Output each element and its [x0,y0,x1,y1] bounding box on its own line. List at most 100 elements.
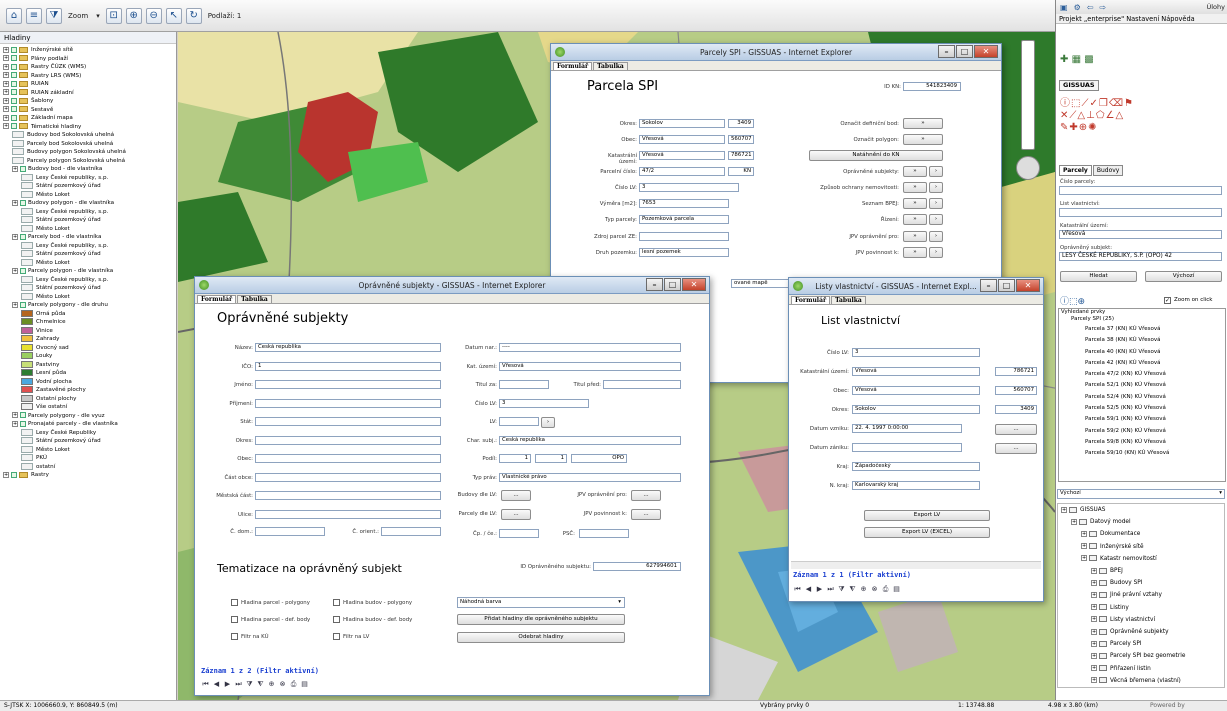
open-button[interactable]: ... [501,490,531,501]
filter-off-icon[interactable]: ⧨ [256,679,265,688]
minimize-button[interactable]: – [980,279,997,292]
sun-icon[interactable]: ✺ [1088,122,1097,133]
layer-checkbox[interactable] [11,89,17,95]
window-icon[interactable]: ▣ [1060,3,1068,12]
prev-record-icon[interactable]: ◀ [804,584,813,593]
layer-item[interactable]: Parcely bod Sokolovská uhelná [0,139,176,149]
prev-record-icon[interactable]: ◀ [212,679,221,688]
layer-item[interactable]: + Parcely polygon - dle vlastníka [0,267,176,276]
layer-checkbox[interactable] [20,412,26,418]
result-item[interactable]: Parcela 59/1 (KN) KÚ Vřesová [1059,414,1225,425]
open-button[interactable]: » [903,198,927,209]
perp-icon[interactable]: ⊥ [1086,110,1096,121]
check-icon[interactable]: ✓ [1089,98,1098,109]
field-input[interactable]: 1 [255,361,441,371]
expand-icon[interactable]: + [12,301,18,308]
zoom-out-icon[interactable]: ⊖ [145,7,162,24]
layer-item[interactable]: Lesy České republiky, s.p. [0,241,176,251]
tasks-label[interactable]: Úlohy [1206,3,1225,11]
field-input[interactable] [852,443,962,452]
layer-item[interactable]: + RUIAN základní [0,89,176,98]
open-button[interactable]: » [903,118,943,129]
theme-checkbox[interactable] [333,599,340,606]
expand-icon[interactable]: + [1081,530,1087,537]
layer-item[interactable]: Lesy České republiky, s.p. [0,275,176,285]
layer-item[interactable]: Státní pozemkový úřad [0,216,176,225]
open-button[interactable]: » [903,247,927,258]
tree-item[interactable]: + Datový model [1058,516,1224,528]
field-input[interactable]: 3 [852,348,980,357]
tree-item[interactable]: + Katastr nemovitostí [1058,553,1224,565]
result-item[interactable]: Parcela 40 (KN) KÚ Vřesová [1059,347,1225,358]
open-button[interactable]: » [903,214,927,225]
layer-item[interactable]: Ovocný sad [0,343,176,353]
open-arrow-button[interactable]: › [929,198,943,209]
tree-item[interactable]: + Oprávněné subjekty [1058,626,1224,638]
layer-item[interactable]: + Budovy polygon - dle vlastníka [0,199,176,208]
layer-item[interactable]: + Budovy bod - dle vlastníka [0,165,176,174]
expand-icon[interactable]: + [3,55,9,61]
zoom-in-icon[interactable]: ⊕ [125,7,142,24]
layer-item[interactable]: ostatní [0,462,176,472]
field-input[interactable]: ---- [499,343,681,352]
open-arrow-button[interactable]: › [929,182,943,193]
field-input[interactable] [255,380,441,389]
close-button[interactable]: ✕ [1016,279,1040,292]
theme-checkbox[interactable] [231,633,238,640]
layer-item[interactable]: Parcely polygon Sokolovská uhelná [0,156,176,166]
layer-item[interactable]: Vinice [0,326,176,336]
back-icon[interactable]: ⇦ [1087,3,1094,12]
export-lv-excel-button[interactable]: Export LV (EXCEL) [864,527,990,538]
layer-item[interactable]: Lesy České Republiky [0,428,176,438]
layer-checkbox[interactable] [20,233,26,240]
tree-item[interactable]: + Přiřazení listin [1058,663,1224,675]
open-arrow-button[interactable]: › [929,166,943,177]
field-input[interactable]: Vlastnické právo [499,472,681,482]
tree-item[interactable]: + Budovy SPI [1058,577,1224,589]
result-item[interactable]: Parcela 52/1 (KN) KÚ Vřesová [1059,380,1225,391]
layer-checkbox[interactable] [11,55,17,61]
field-input[interactable]: Vřesová [852,386,980,395]
expand-icon[interactable]: + [1061,506,1067,513]
layer-item[interactable]: + Tématické hladiny [0,123,176,132]
field-input[interactable]: Západočeský [852,462,980,471]
field-input[interactable]: Sokolov [639,119,725,128]
expand-icon[interactable]: + [12,165,18,172]
layer-checkbox[interactable] [11,114,17,121]
print-icon[interactable]: ⎙ [289,679,298,688]
titul-pred-field[interactable] [603,380,681,389]
expand-icon[interactable]: + [1081,543,1087,550]
layer-item[interactable]: + Inženýrské sítě [0,46,176,55]
layer-item[interactable]: + Plány podlaží [0,55,176,64]
close-button[interactable]: ✕ [682,278,706,291]
open-button[interactable]: » [903,134,943,145]
layer-item[interactable]: Město Loket [0,190,176,200]
field-input[interactable] [255,454,441,463]
open-button[interactable]: » [903,182,927,193]
expand-icon[interactable]: + [1091,567,1097,574]
field-code[interactable]: 3409 [995,405,1037,414]
reset-button[interactable]: Výchozí [1145,271,1222,282]
podil-b[interactable]: 1 [535,454,567,463]
search-field-input[interactable] [1059,208,1222,217]
expand-icon[interactable]: + [1091,591,1097,598]
open-arrow-button[interactable]: › [929,231,943,242]
podil-c[interactable]: OPO [571,454,627,463]
info-icon[interactable]: ⓘ [1060,98,1071,109]
expand-icon[interactable]: + [3,63,9,70]
chevron-down-icon[interactable]: ▾ [94,12,102,20]
layer-item[interactable]: + Parcely polygony - dle druhu [0,301,176,310]
tab-tabulka[interactable]: Tabulka [593,62,628,70]
expand-icon[interactable]: + [1091,665,1097,672]
field-input[interactable] [499,380,549,389]
result-item[interactable]: Parcela 52/5 (KN) KÚ Vřesová [1059,403,1225,414]
layer-item[interactable]: Lesy České republiky, s.p. [0,173,176,183]
field-code[interactable]: 3409 [728,119,754,128]
layer-item[interactable]: Budovy polygon Sokolovská uhelná [0,148,176,157]
result-item[interactable]: Parcela 52/4 (KN) KÚ Vřesová [1059,392,1225,403]
id-kn-field[interactable]: 541823409 [903,82,961,91]
layers-icon[interactable]: ≡ [26,7,42,24]
info-icon[interactable]: ⓘ [1060,297,1069,307]
color-select[interactable]: Náhodná barva ▾ [457,597,625,608]
field-code[interactable]: KN [728,167,754,176]
